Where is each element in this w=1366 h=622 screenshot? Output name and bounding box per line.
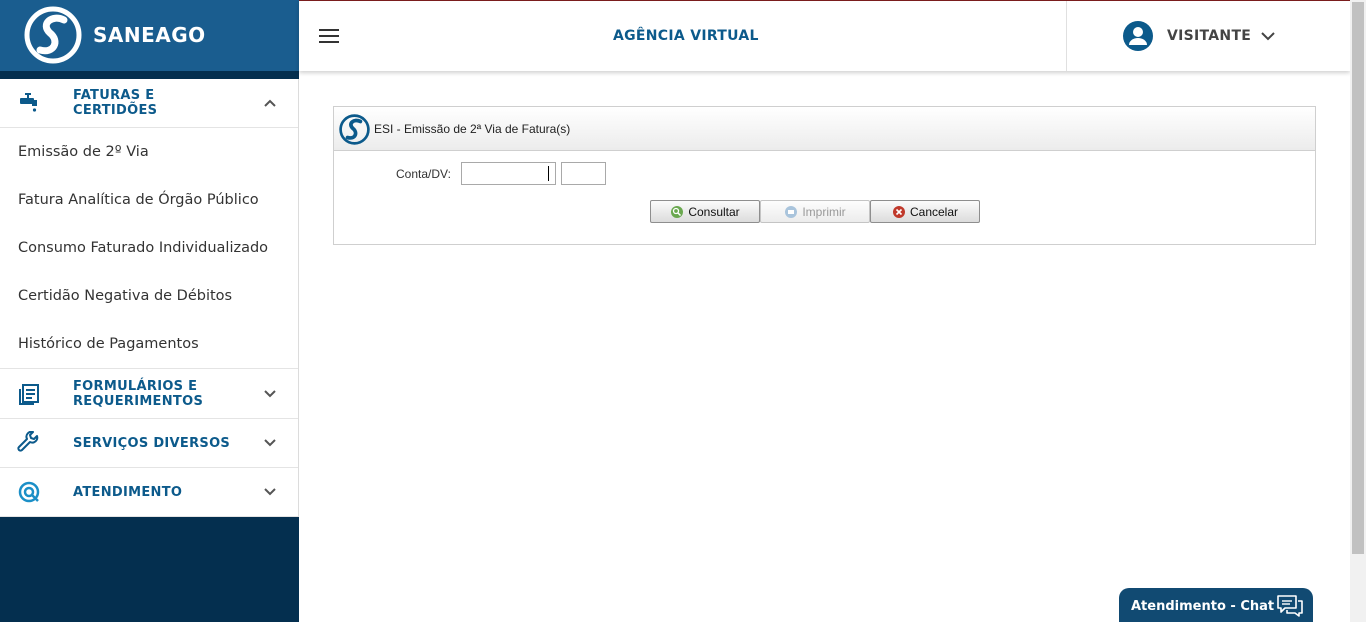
panel-title: ESI - Emissão de 2ª Via de Fatura(s) (374, 122, 571, 136)
print-label: Imprimir (802, 204, 846, 219)
cancel-button[interactable]: Cancelar (870, 200, 980, 223)
menu-section-atendimento[interactable]: ATENDIMENTO (0, 468, 298, 517)
wrench-icon (17, 431, 39, 452)
top-header: AGÊNCIA VIRTUAL VISITANTE (299, 0, 1350, 71)
cancel-icon (892, 205, 905, 218)
saneago-logo-icon (339, 114, 370, 145)
faucet-icon (20, 93, 37, 112)
menu-section-formularios[interactable]: FORMULÁRIOS E REQUERIMENTOS (0, 369, 298, 419)
chevron-down-icon (264, 389, 276, 397)
chevron-up-icon (264, 99, 276, 107)
submenu-item-emissao-2-via[interactable]: Emissão de 2º Via (0, 128, 298, 176)
menu-section-label: ATENDIMENTO (73, 484, 183, 500)
chevron-down-icon (264, 439, 276, 447)
consult-label: Consultar (688, 204, 740, 219)
chat-bubbles-icon (1277, 595, 1303, 617)
menu-section-label: FATURAS E CERTIDÕES (73, 88, 158, 118)
documents-icon (19, 383, 39, 405)
submenu-item-certidao-negativa[interactable]: Certidão Negativa de Débitos (0, 272, 298, 320)
chat-label: Atendimento - Chat (1131, 599, 1275, 614)
brand-name: SANEAGO (93, 23, 206, 47)
page-title: AGÊNCIA VIRTUAL (613, 28, 759, 44)
user-name: VISITANTE (1167, 28, 1252, 44)
panel-header: ESI - Emissão de 2ª Via de Fatura(s) (334, 107, 1315, 151)
menu-section-servicos[interactable]: SERVIÇOS DIVERSOS (0, 419, 298, 468)
printer-icon (785, 205, 798, 218)
search-icon (671, 205, 684, 218)
submenu-item-fatura-analitica[interactable]: Fatura Analítica de Órgão Público (0, 176, 298, 224)
hamburger-menu-icon[interactable] (319, 29, 339, 45)
chevron-down-icon (264, 488, 276, 496)
menu-section-faturas[interactable]: FATURAS E CERTIDÕES (0, 79, 298, 128)
consult-button[interactable]: Consultar (650, 200, 760, 223)
invoice-panel: ESI - Emissão de 2ª Via de Fatura(s) Con… (333, 106, 1316, 245)
logo-strip (0, 71, 299, 79)
chevron-down-icon (1261, 32, 1275, 41)
page-scrollbar[interactable] (1350, 0, 1366, 622)
saneago-logo-icon[interactable] (24, 6, 82, 64)
check-digit-input[interactable] (561, 162, 606, 185)
submenu-item-historico-pagamentos[interactable]: Histórico de Pagamentos (0, 320, 298, 368)
user-avatar-icon (1123, 21, 1153, 51)
account-number-input[interactable] (461, 162, 556, 185)
sidebar-menu: FATURAS E CERTIDÕES Emissão de 2º Via Fa… (0, 79, 299, 517)
at-sign-icon (18, 481, 40, 503)
chat-button[interactable]: Atendimento - Chat (1119, 588, 1313, 622)
menu-section-label: FORMULÁRIOS E REQUERIMENTOS (73, 378, 204, 409)
submenu-item-consumo-faturado[interactable]: Consumo Faturado Individualizado (0, 224, 298, 272)
user-menu[interactable]: VISITANTE (1066, 1, 1350, 71)
text-cursor (548, 166, 549, 181)
sidebar: SANEAGO FATURAS E CERTIDÕES Emissão de 2… (0, 0, 299, 622)
menu-section-label: SERVIÇOS DIVERSOS (73, 435, 231, 451)
logo-bar: SANEAGO (0, 0, 299, 71)
account-label: Conta/DV: (396, 167, 451, 181)
scrollbar-thumb[interactable] (1352, 2, 1364, 554)
print-button[interactable]: Imprimir (760, 200, 870, 223)
cancel-label: Cancelar (909, 204, 959, 219)
submenu-faturas: Emissão de 2º Via Fatura Analítica de Ór… (0, 128, 298, 369)
